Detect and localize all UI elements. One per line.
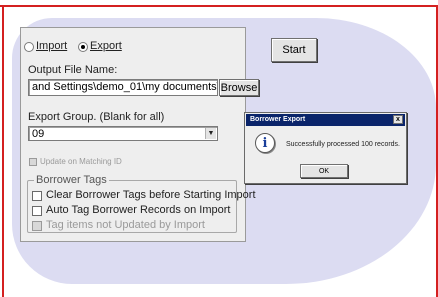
close-icon[interactable]: x <box>393 115 403 124</box>
ok-button[interactable]: OK <box>300 164 348 178</box>
info-icon: i <box>255 133 275 153</box>
dialog-message: Successfully processed 100 records. <box>286 141 400 148</box>
import-radio[interactable] <box>24 42 34 52</box>
borrower-tags-group: Borrower Tags Clear Borrower Tags before… <box>27 174 256 233</box>
clear-tags-checkbox[interactable] <box>32 191 42 201</box>
start-button[interactable]: Start <box>271 38 317 62</box>
import-radio-label[interactable]: Import <box>36 40 67 52</box>
export-panel: Import Export Start Output File Name: an… <box>20 27 317 242</box>
borrower-export-dialog: Borrower Export x i Successfully process… <box>244 112 407 184</box>
export-group-label: Export Group. (Blank for all) <box>28 111 165 123</box>
borrower-tags-legend: Borrower Tags <box>34 174 109 186</box>
export-group-select[interactable]: 09 ▼ <box>28 126 218 141</box>
export-group-value: 09 <box>32 128 45 140</box>
clear-tags-label: Clear Borrower Tags before Starting Impo… <box>46 189 256 201</box>
red-frame-top <box>0 5 438 7</box>
browse-button[interactable]: Browse <box>219 79 259 96</box>
export-radio[interactable] <box>78 42 88 52</box>
dropdown-arrow-icon[interactable]: ▼ <box>205 128 216 139</box>
dialog-title: Borrower Export <box>250 116 306 123</box>
tag-not-updated-checkbox[interactable] <box>32 221 42 231</box>
update-matching-checkbox[interactable] <box>29 158 37 166</box>
auto-tag-checkbox[interactable] <box>32 206 42 216</box>
output-file-input[interactable]: and Settings\demo_01\my documents\09 <box>28 79 218 96</box>
export-radio-label[interactable]: Export <box>90 40 122 52</box>
red-frame-left <box>2 5 4 297</box>
tag-not-updated-label: Tag items not Updated by Import <box>46 219 205 231</box>
dialog-titlebar[interactable]: Borrower Export x <box>246 114 405 126</box>
update-matching-label: Update on Matching ID <box>40 157 122 166</box>
output-file-label: Output File Name: <box>28 64 118 76</box>
auto-tag-label: Auto Tag Borrower Records on Import <box>46 204 231 216</box>
